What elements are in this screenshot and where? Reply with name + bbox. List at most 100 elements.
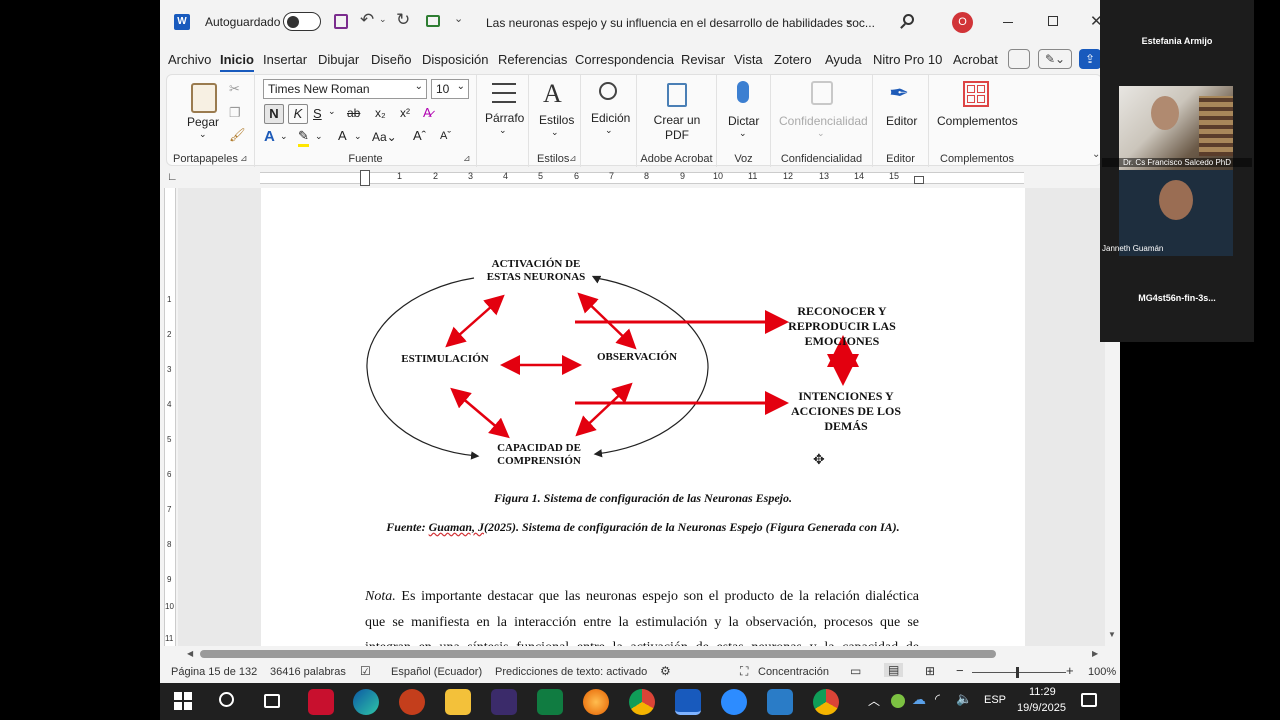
cut-icon[interactable]: ✂ [229, 81, 240, 97]
paragraph-button[interactable]: Párrafo [485, 111, 524, 125]
grow-font-icon[interactable]: Aˆ [413, 128, 426, 143]
addins-icon[interactable] [963, 81, 989, 107]
underline-button[interactable]: S [313, 106, 322, 121]
format-painter-icon[interactable]: 🖌 [229, 127, 246, 143]
tab-ayuda[interactable]: Ayuda [825, 52, 862, 67]
onedrive-icon[interactable]: ☁ [912, 691, 926, 708]
tab-diseno[interactable]: Diseño [371, 52, 411, 67]
focus-mode-button[interactable]: Concentración [758, 666, 829, 678]
mendeley-icon[interactable] [308, 689, 334, 715]
font-size-box[interactable]: 10 ⌄ [431, 79, 469, 99]
accessibility-icon[interactable]: ⚙ [660, 664, 671, 678]
volume-icon[interactable]: 🔈 [956, 691, 972, 707]
paste-button[interactable]: Pegar [187, 115, 219, 129]
scroll-right-icon[interactable]: ▶ [1092, 649, 1098, 658]
text-effects-icon[interactable]: A [264, 128, 275, 145]
customize-qat-icon[interactable]: ⌄ [454, 12, 463, 25]
font-color-dropdown-icon[interactable]: ⌄ [354, 131, 362, 142]
tab-referencias[interactable]: Referencias [498, 52, 567, 67]
italic-button[interactable]: K [288, 104, 308, 124]
print-layout-icon[interactable]: ▤ [884, 663, 904, 677]
notification-icon[interactable] [1081, 693, 1097, 707]
tab-dibujar[interactable]: Dibujar [318, 52, 359, 67]
read-mode-icon[interactable]: ▭ [850, 664, 861, 678]
text-predictions-status[interactable]: Predicciones de texto: activado [495, 666, 647, 678]
horizontal-scroll-thumb[interactable] [200, 650, 996, 658]
tab-correspondencia[interactable]: Correspondencia [575, 52, 674, 67]
tab-vista[interactable]: Vista [734, 52, 763, 67]
create-pdf-icon[interactable] [667, 83, 687, 107]
autosave-toggle[interactable] [283, 12, 321, 31]
undo-icon[interactable]: ↶ [360, 10, 374, 30]
subscript-button[interactable]: x₂ [375, 106, 386, 120]
minimize-icon[interactable] [1003, 22, 1013, 23]
proofing-icon[interactable]: ☑ [360, 664, 371, 678]
right-indent-marker[interactable] [914, 176, 924, 184]
comments-icon[interactable] [1008, 49, 1030, 69]
zoom-in-icon[interactable]: + [1066, 663, 1074, 678]
save-icon[interactable] [334, 14, 348, 29]
change-case-icon[interactable]: Aa⌄ [372, 130, 397, 144]
horizontal-scrollbar[interactable]: ◀ ▶ [160, 646, 1120, 662]
tab-archivo[interactable]: Archivo [168, 52, 211, 67]
styles-button[interactable]: Estilos [539, 113, 574, 127]
start-windows-icon[interactable] [174, 692, 192, 710]
font-size-dropdown-icon[interactable]: ⌄ [457, 81, 465, 92]
editing-mode-button[interactable]: ✎⌄ [1038, 49, 1072, 69]
file-explorer-icon[interactable] [445, 689, 471, 715]
clear-format-icon[interactable]: A̷ [423, 105, 432, 120]
edge-icon[interactable] [353, 689, 379, 715]
focus-icon[interactable]: ⛶ [740, 664, 748, 679]
addins-button[interactable]: Complementos [937, 114, 1018, 128]
word-taskbar-icon[interactable] [675, 689, 701, 715]
paste-dropdown-icon[interactable]: ⌄ [199, 129, 207, 140]
zoom-icon[interactable] [721, 689, 747, 715]
tab-insertar[interactable]: Insertar [263, 52, 307, 67]
styles-dropdown-icon[interactable]: ⌄ [551, 127, 559, 138]
tab-acrobat[interactable]: Acrobat [953, 52, 998, 67]
clipboard-launcher-icon[interactable]: ⊿ [240, 153, 248, 164]
search-taskbar-icon[interactable] [219, 692, 234, 707]
document-page[interactable]: ACTIVACIÓN DE ESTAS NEURONAS ESTIMULACIÓ… [261, 188, 1025, 646]
paragraph-icon[interactable] [492, 83, 516, 103]
tab-revisar[interactable]: Revisar [681, 52, 725, 67]
undo-dropdown-icon[interactable]: ⌄ [379, 14, 387, 25]
editing-button[interactable]: Edición [591, 111, 630, 125]
highlight-icon[interactable]: ✎ [298, 128, 309, 147]
language-status[interactable]: Español (Ecuador) [391, 666, 482, 678]
zoom-out-icon[interactable]: − [956, 663, 964, 678]
mirror-neurons-diagram[interactable] [261, 188, 1025, 488]
tab-disposicion[interactable]: Disposición [422, 52, 488, 67]
superscript-button[interactable]: x² [400, 106, 410, 120]
tab-selector-icon[interactable]: ∟ [167, 171, 178, 183]
document-area[interactable]: ACTIVACIÓN DE ESTAS NEURONAS ESTIMULACIÓ… [178, 188, 1105, 646]
bold-button[interactable]: N [264, 104, 284, 124]
editing-dropdown-icon[interactable]: ⌄ [605, 125, 613, 136]
tray-overflow-icon[interactable]: ︿ [868, 692, 880, 709]
task-view-icon[interactable] [264, 694, 280, 708]
powerpoint-icon[interactable] [399, 689, 425, 715]
quick-access-icon[interactable] [426, 15, 440, 27]
dictate-button[interactable]: Dictar [728, 114, 759, 128]
web-layout-icon[interactable]: ⊞ [925, 664, 935, 678]
create-pdf-button[interactable]: Crear un PDF [651, 113, 703, 143]
share-icon[interactable]: ⇪ [1079, 49, 1101, 69]
font-name-dropdown-icon[interactable]: ⌄ [415, 81, 423, 92]
dictate-dropdown-icon[interactable]: ⌄ [739, 128, 747, 139]
paragraph-dropdown-icon[interactable]: ⌄ [499, 125, 507, 136]
restore-icon[interactable] [1048, 16, 1058, 26]
scroll-down-icon[interactable]: ▼ [1108, 630, 1116, 639]
zoom-slider-thumb[interactable] [1016, 667, 1019, 678]
horizontal-ruler[interactable]: ∟ 1 2 3 4 5 6 7 8 9 10 11 12 13 14 15 [160, 168, 1120, 188]
vertical-ruler[interactable]: 1 2 3 4 5 6 7 8 9 10 11 [160, 188, 178, 646]
text-effects-dropdown-icon[interactable]: ⌄ [280, 131, 288, 142]
highlight-dropdown-icon[interactable]: ⌄ [315, 131, 323, 142]
firefox-icon[interactable] [583, 689, 609, 715]
chrome-icon[interactable] [629, 689, 655, 715]
app-snowflake-icon[interactable] [491, 689, 517, 715]
zoom-level[interactable]: 100% [1088, 666, 1116, 678]
editor-button[interactable]: Editor [886, 114, 917, 128]
copy-icon[interactable]: ❐ [229, 105, 241, 121]
chrome-profile-icon[interactable] [813, 689, 839, 715]
word-count[interactable]: 36416 palabras [270, 666, 346, 678]
